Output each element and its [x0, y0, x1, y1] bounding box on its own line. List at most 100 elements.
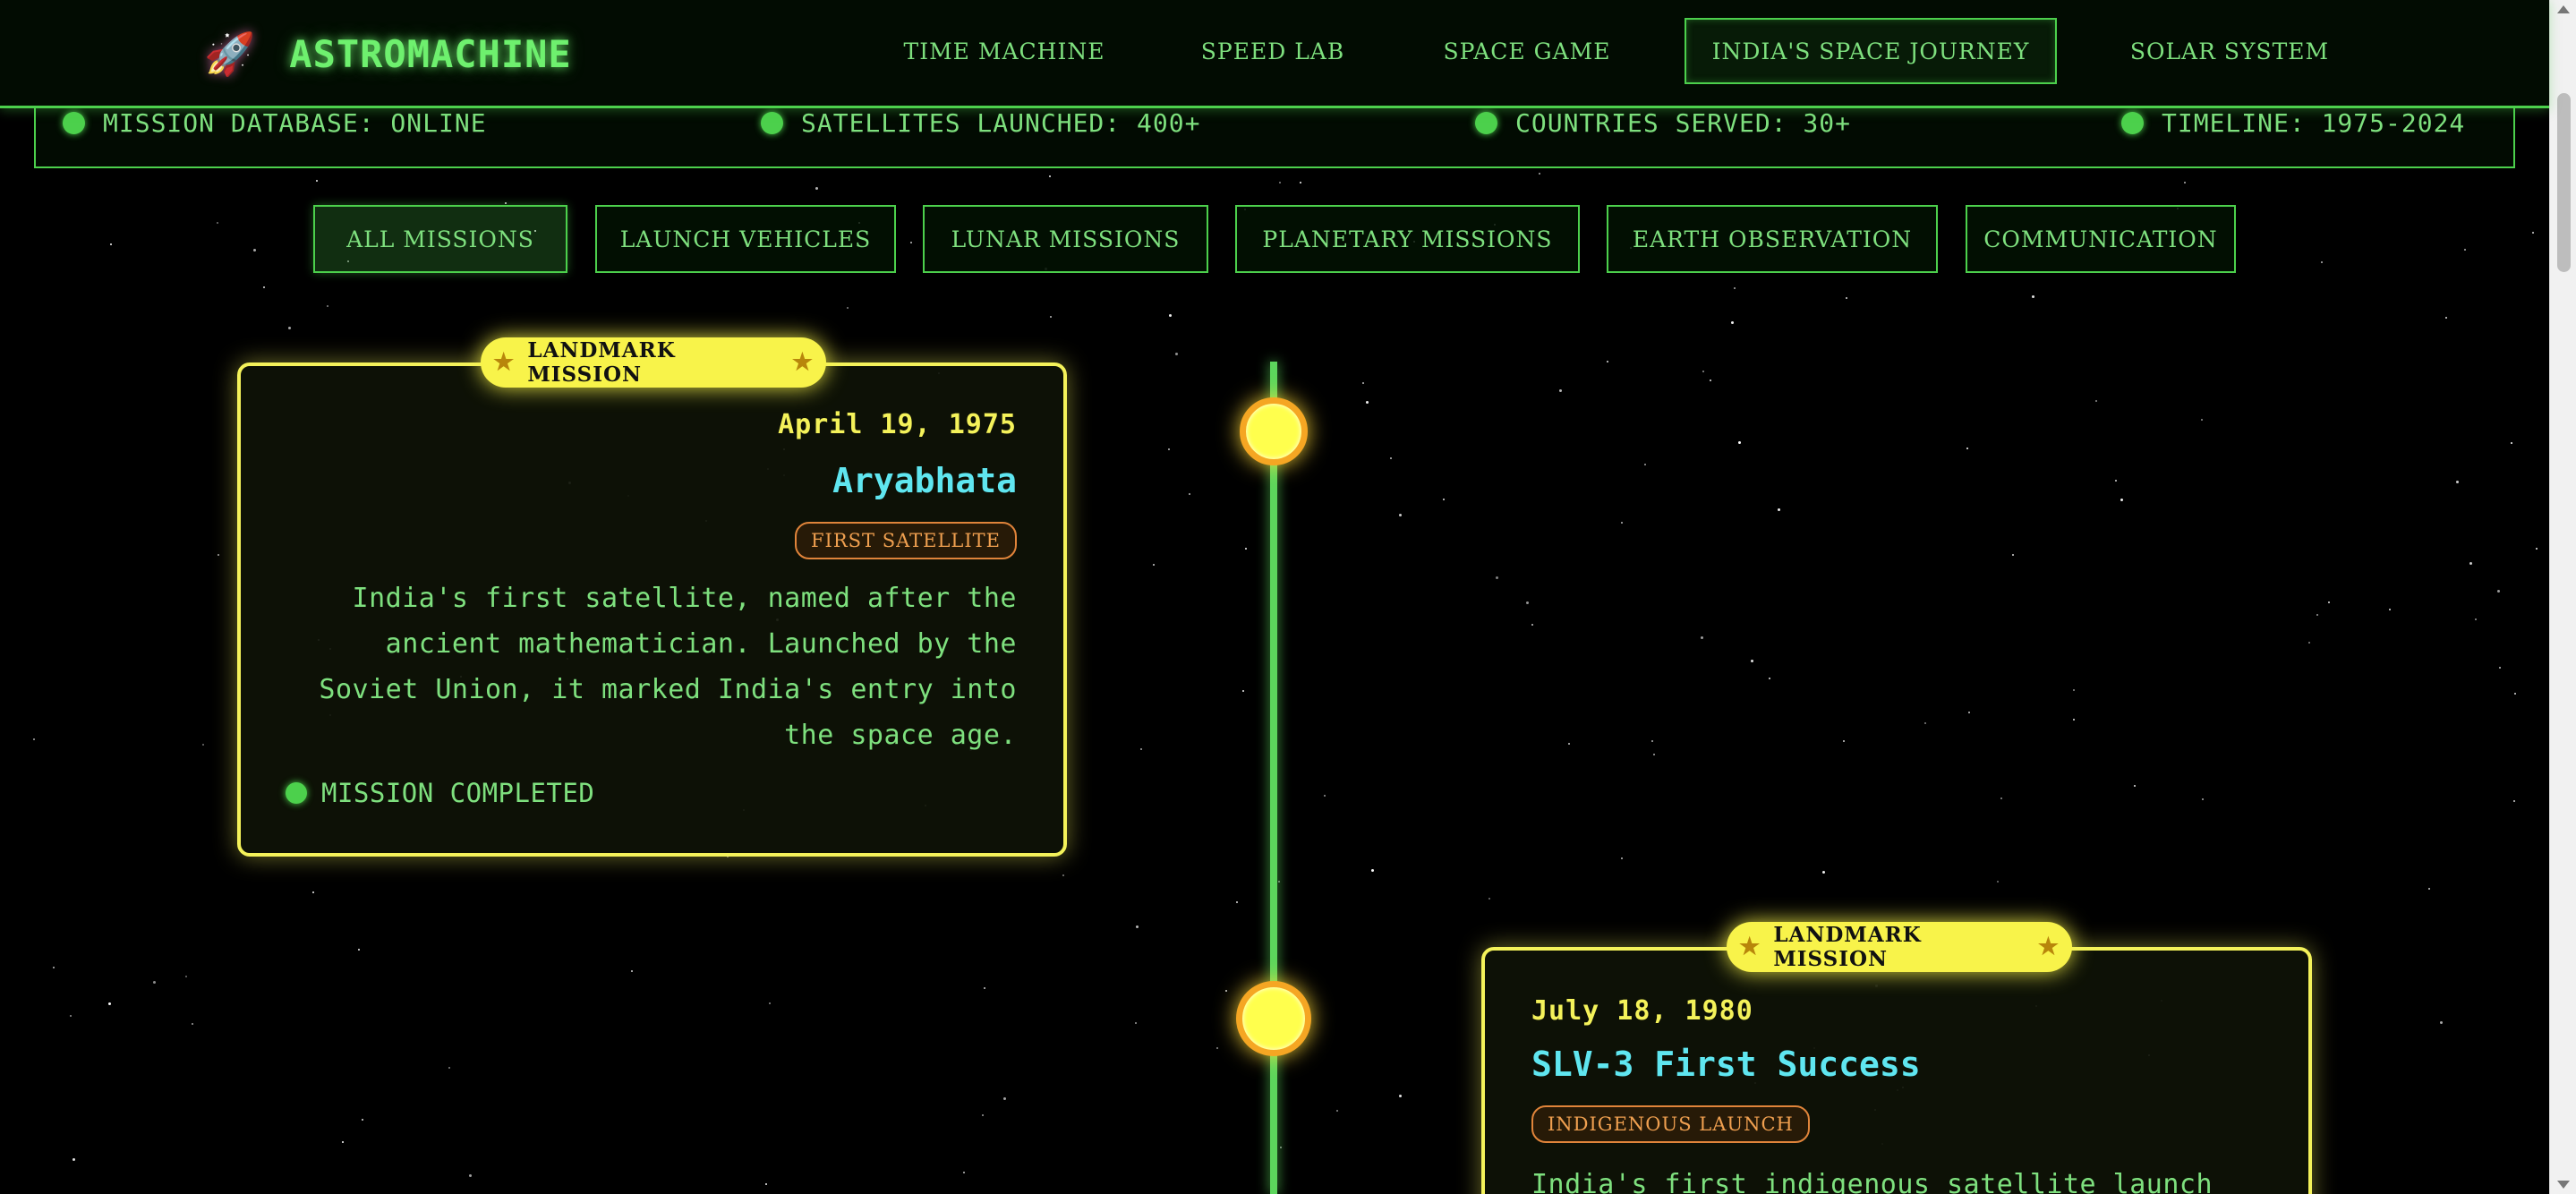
status-satellites-launched: SATELLITES LAUNCHED: 400+: [761, 108, 1200, 138]
star: [1140, 748, 1142, 750]
star: [2115, 480, 2117, 482]
filter-planetary-missions[interactable]: PLANETARY MISSIONS: [1235, 205, 1580, 273]
star: [2511, 442, 2512, 444]
landmark-badge: ★ LANDMARK MISSION ★: [481, 337, 826, 388]
online-dot-icon: [761, 111, 783, 134]
star: [2201, 419, 2203, 421]
star: [1924, 722, 1926, 724]
completed-dot-icon: [286, 782, 307, 804]
star: [1399, 1095, 1402, 1097]
nav-time-machine[interactable]: TIME MACHINE: [886, 18, 1122, 84]
mission-title: SLV-3 First Success: [1531, 1045, 1921, 1084]
star: [1843, 740, 1845, 742]
star: [2532, 232, 2534, 234]
star: [1135, 1022, 1137, 1024]
star: [2514, 693, 2516, 695]
star: [1997, 881, 1999, 883]
filter-launch-vehicles[interactable]: LAUNCH VEHICLES: [595, 205, 896, 273]
star: [1279, 182, 1281, 183]
star: [153, 981, 156, 984]
star: [1225, 990, 1227, 992]
logo[interactable]: 🚀 ASTROMACHINE: [204, 27, 572, 81]
filter-earth-observation[interactable]: EARTH OBSERVATION: [1607, 205, 1938, 273]
star: [108, 1002, 111, 1005]
star: [1390, 457, 1392, 459]
star: [218, 554, 219, 556]
mission-description: India's first indigenous satellite launc…: [1531, 1169, 2213, 1194]
star: [2184, 182, 2186, 183]
badge-label: LANDMARK MISSION: [1773, 923, 1922, 971]
star: [815, 187, 818, 190]
star: [448, 1067, 450, 1069]
star: [2321, 261, 2323, 263]
mission-card-aryabhata[interactable]: ★ LANDMARK MISSION ★ April 19, 1975 Arya…: [237, 337, 1067, 857]
nav-speed-lab[interactable]: SPEED LAB: [1181, 18, 1364, 84]
star: [1324, 795, 1326, 797]
star: [2316, 614, 2318, 616]
online-dot-icon: [1475, 111, 1497, 134]
star: [631, 970, 633, 972]
star: [1846, 297, 1847, 299]
star: [1559, 389, 1562, 392]
star: [1003, 1097, 1006, 1100]
star: [1189, 493, 1190, 495]
star: [1136, 925, 1139, 928]
scroll-down-arrow-icon[interactable]: [2557, 1181, 2570, 1189]
star: [73, 1158, 75, 1161]
mission-description: India's first satellite, named after the…: [319, 583, 1017, 751]
nav-space-game[interactable]: SPACE GAME: [1423, 18, 1631, 84]
star: [2464, 249, 2466, 251]
star: [1653, 754, 1655, 755]
star: [1488, 898, 1490, 900]
star: [1822, 871, 1825, 874]
star: [1751, 660, 1753, 662]
star: [2513, 800, 2515, 802]
star: [1362, 382, 1364, 384]
star: [1175, 353, 1178, 355]
star: [1236, 901, 1238, 903]
star: [1366, 401, 1369, 404]
star: [185, 976, 187, 977]
scroll-thumb[interactable]: [2557, 93, 2571, 272]
filter-all-missions[interactable]: ALL MISSIONS: [313, 205, 567, 273]
star: [2000, 797, 2002, 799]
star: [1607, 361, 1608, 362]
nav-solar-system[interactable]: SOLAR SYSTEM: [2112, 18, 2347, 84]
rocket-icon: 🚀: [204, 29, 256, 78]
star: [2073, 719, 2075, 721]
star: [505, 202, 507, 204]
star: [358, 949, 360, 951]
filter-communication[interactable]: COMMUNICATION: [1966, 205, 2236, 273]
star: [1644, 464, 1646, 465]
star: [1245, 548, 1247, 550]
star: [1738, 441, 1741, 444]
logo-text: ASTROMACHINE: [289, 31, 572, 76]
star: [2456, 481, 2459, 483]
nav-indias-space-journey[interactable]: INDIA'S SPACE JOURNEY: [1685, 18, 2057, 84]
star-icon: ★: [493, 349, 516, 376]
star: [288, 327, 291, 329]
status-mission-database: MISSION DATABASE: ONLINE: [63, 108, 487, 138]
mission-title: Aryabhata: [832, 461, 1017, 500]
status-countries-served: COUNTRIES SERVED: 30+: [1475, 108, 1851, 138]
star: [1966, 448, 1968, 449]
star: [1526, 601, 1529, 604]
vertical-scrollbar[interactable]: [2549, 0, 2576, 1194]
star: [263, 286, 265, 288]
scroll-up-arrow-icon[interactable]: [2557, 5, 2570, 13]
star: [1621, 522, 1623, 524]
mission-status-label: MISSION COMPLETED: [321, 778, 595, 808]
star-icon: ★: [1739, 934, 1761, 960]
star: [469, 1174, 472, 1177]
star: [110, 243, 112, 245]
filter-lunar-missions[interactable]: LUNAR MISSIONS: [923, 205, 1208, 273]
landmark-badge: ★ LANDMARK MISSION ★: [1727, 922, 2072, 972]
mission-card-slv3[interactable]: ★ LANDMARK MISSION ★ July 18, 1980 SLV-3…: [1481, 922, 2312, 1194]
star: [1539, 173, 1540, 175]
timeline-node: [1236, 981, 1311, 1056]
star: [984, 987, 985, 989]
star: [1769, 678, 1770, 679]
star: [312, 891, 314, 893]
top-navigation-bar: 🚀 ASTROMACHINE TIME MACHINE SPEED LAB SP…: [0, 0, 2549, 108]
badge-label: LANDMARK MISSION: [527, 338, 676, 387]
